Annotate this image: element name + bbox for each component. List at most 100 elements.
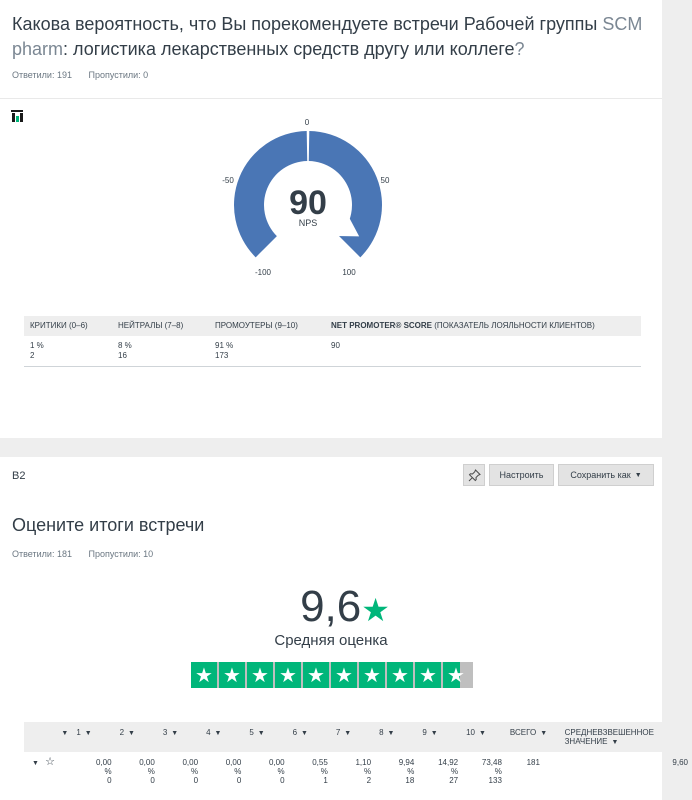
column-header[interactable]: 9 ▼ (418, 722, 463, 752)
nps-table: КРИТИКИ (0–6) НЕЙТРАЛЫ (7–8) ПРОМОУТЕРЫ … (24, 316, 641, 367)
caret-down-icon: ▼ (32, 760, 39, 767)
cell-percent-sign: % (277, 767, 285, 776)
rating-star-cell: ★ (443, 662, 469, 688)
column-header[interactable]: 3 ▼ (158, 722, 203, 752)
cell-count: 1 (323, 776, 328, 785)
cell-percent: 0,00 (268, 758, 285, 767)
caret-down-icon: ▼ (257, 730, 265, 737)
column-header-label: 10 (466, 728, 476, 737)
passives-cell: 8 % 16 (112, 336, 209, 367)
detractors-cell: 1 % 2 (24, 336, 112, 367)
question-id: B2 (12, 470, 26, 482)
star-icon: ★ (307, 664, 325, 687)
average-caption: Средняя оценка (274, 632, 388, 649)
star-icon: ★ (335, 664, 353, 687)
cell-count: 0 (236, 776, 242, 785)
column-header-label: 9 (422, 728, 427, 737)
cell-count: 0 (280, 776, 285, 785)
rating-cell: 0,55% 1 (289, 752, 332, 791)
nps-gauge (234, 131, 382, 258)
cell-count: 18 (405, 776, 415, 785)
star-rating-bar: ★ ★ ★ ★ ★ ★ ★ ★ ★ ★ (191, 662, 473, 688)
rating-star-cell: ★ (415, 662, 441, 688)
rating-cell: 0,00% 0 (245, 752, 288, 791)
header-promoters: ПРОМОУТЕРЫ (9–10) (209, 316, 325, 336)
header-nps: NET PROMOTER® SCORE (ПОКАЗАТЕЛЬ ЛОЯЛЬНОС… (325, 316, 641, 336)
rating-star-cell: ★ (387, 662, 413, 688)
rating-cell: 0,00% 0 (72, 752, 115, 791)
star-outline-icon: ☆ (45, 756, 56, 768)
cell-count: 27 (449, 776, 459, 785)
column-header[interactable]: 10 ▼ (462, 722, 506, 752)
rating-star-cell: ★ (331, 662, 357, 688)
rating-star-cell: ★ (303, 662, 329, 688)
cell-percent-sign: % (363, 767, 372, 776)
caret-down-icon: ▼ (344, 730, 352, 737)
nps-cell: 90 (325, 336, 641, 367)
header-detractors: КРИТИКИ (0–6) (24, 316, 112, 336)
star-icon: ★ (361, 592, 390, 628)
rating-star-cell: ★ (191, 662, 217, 688)
row-controls[interactable]: ▼ ☆ (24, 752, 72, 791)
customize-button[interactable]: Настроить (489, 464, 554, 486)
question-title: Оцените итоги встречи (12, 515, 205, 535)
gauge-label-0: 0 (304, 118, 310, 127)
cell-percent: 0,00 (95, 758, 112, 767)
caret-down-icon: ▼ (634, 471, 642, 479)
caret-down-icon: ▼ (387, 730, 395, 737)
column-header[interactable]: СРЕДНЕВЗВЕШЕННОЕ ЗНАЧЕНИЕ ▼ (560, 722, 692, 752)
row-menu-header[interactable]: ▼ (24, 722, 73, 752)
rating-cell: 73,48% 133 (462, 752, 506, 791)
column-header-label: 5 (249, 728, 254, 737)
column-header-label: 4 (206, 728, 211, 737)
cell-percent: 0,00 (225, 758, 242, 767)
cell-percent: 1,10 (355, 758, 372, 767)
column-header[interactable]: 6 ▼ (288, 722, 332, 752)
cell-percent-sign: % (104, 767, 112, 776)
cell-count: 0 (150, 776, 155, 785)
rating-cell: 0,00% 0 (116, 752, 159, 791)
star-icon: ★ (363, 664, 381, 687)
cell-percent: 9,94 (398, 758, 415, 767)
cell-percent: 0,00 (182, 758, 199, 767)
caret-down-icon: ▼ (128, 730, 135, 737)
star-icon: ★ (447, 664, 465, 687)
gauge-label-50: 50 (380, 176, 390, 185)
cell-count: 0 (107, 776, 112, 785)
column-header[interactable]: 1 ▼ (72, 722, 116, 752)
caret-down-icon: ▼ (479, 730, 486, 737)
column-header[interactable]: 7 ▼ (331, 722, 376, 752)
caret-down-icon: ▼ (301, 730, 308, 737)
pin-button[interactable] (463, 464, 485, 486)
nps-question-panel: Какова вероятность, что Вы порекомендует… (0, 0, 662, 438)
cell-percent-sign: % (190, 767, 199, 776)
column-header[interactable]: 4 ▼ (202, 722, 246, 752)
star-icon: ★ (279, 664, 297, 687)
column-header-label: 6 (292, 728, 298, 737)
rating-cell: 1,10% 2 (332, 752, 375, 791)
cell-percent-sign: % (494, 767, 502, 776)
save-as-button[interactable]: Сохранить как ▼ (558, 464, 654, 486)
nps-caption: NPS (298, 218, 318, 228)
column-header[interactable]: 5 ▼ (245, 722, 289, 752)
column-header[interactable]: 8 ▼ (375, 722, 419, 752)
rating-cell: 9,94% 18 (375, 752, 418, 791)
column-header-label: 1 (76, 728, 81, 737)
caret-down-icon: ▼ (430, 730, 438, 737)
star-icon: ★ (391, 664, 409, 687)
header-passives: НЕЙТРАЛЫ (7–8) (112, 316, 209, 336)
column-header-label: 8 (379, 728, 384, 737)
star-icon: ★ (419, 664, 437, 687)
column-header[interactable]: ВСЕГО ▼ (505, 722, 561, 752)
column-header-label: СРЕДНЕВЗВЕШЕННОЕ ЗНАЧЕНИЕ (564, 728, 654, 746)
gauge-label-minus-100: -100 (254, 268, 271, 277)
column-header[interactable]: 2 ▼ (115, 722, 159, 752)
skipped-count: Пропустили: 10 (88, 549, 154, 559)
caret-down-icon: ▼ (214, 730, 222, 737)
cell-percent: 0,00 (139, 758, 155, 767)
caret-down-icon: ▼ (61, 730, 69, 737)
gauge-label-minus-50: -50 (222, 176, 234, 185)
star-icon: ★ (195, 664, 213, 687)
cell-count: 133 (488, 776, 502, 785)
cell-percent-sign: % (450, 767, 459, 776)
